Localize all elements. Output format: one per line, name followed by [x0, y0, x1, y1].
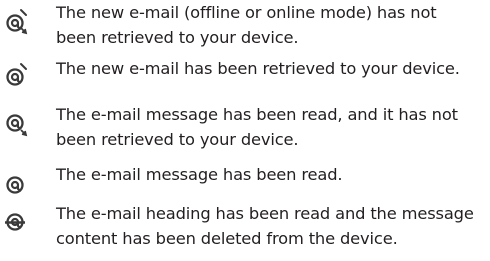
- email-status-icon-legend: The new e-mail (offline or online mode) …: [0, 0, 490, 261]
- new-email-retrieved-icon: [2, 62, 30, 90]
- legend-item-description: The e-mail message has been read, and it…: [56, 105, 458, 149]
- new-email-not-retrieved-icon: [2, 8, 30, 36]
- content-deleted-email-icon: [2, 209, 30, 237]
- legend-item-description: The new e-mail (offline or online mode) …: [56, 3, 437, 47]
- read-email-icon: [2, 172, 30, 200]
- legend-item-description: The new e-mail has been retrieved to you…: [56, 59, 460, 78]
- legend-item-description: The e-mail message has been read.: [56, 165, 343, 184]
- read-email-not-retrieved-icon: [2, 110, 30, 138]
- legend-item-description: The e-mail heading has been read and the…: [56, 204, 474, 248]
